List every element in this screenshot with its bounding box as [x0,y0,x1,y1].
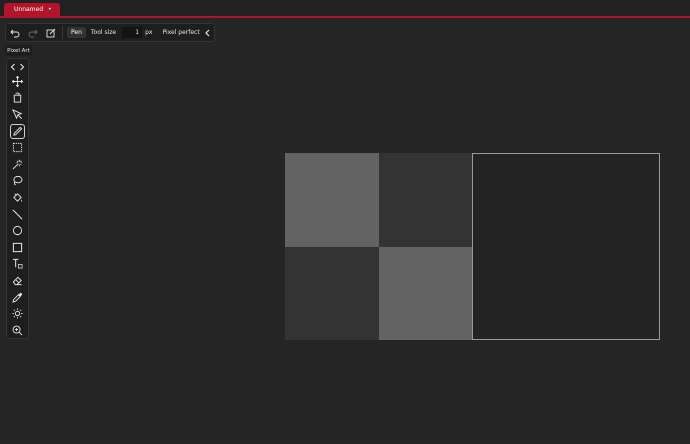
transparency-checker-tile [379,153,472,247]
tool-text[interactable] [7,256,28,273]
tool-rect-select[interactable] [7,139,28,156]
paint-bucket-icon [13,193,23,202]
move-icon [12,75,23,87]
pen-icon [10,123,25,139]
tool-rectangle[interactable] [7,239,28,256]
tool-pen[interactable] [7,123,28,140]
tab-bar: Unnamed • [0,0,690,18]
undo-icon [10,29,20,37]
eyedropper-icon [12,292,23,303]
pointer-select-icon [12,108,23,120]
tool-brightness[interactable] [7,305,28,322]
tool-magic-wand[interactable] [7,156,28,173]
line-icon [12,209,23,219]
tool-zoom[interactable] [7,322,28,339]
collapse-toolbar-button[interactable] [202,25,212,40]
marquee-select-icon [12,143,23,153]
tool-options-bar: Pen Tool size 1 px Pixel perfect [5,23,215,42]
tool-set-nav [7,59,28,73]
chevron-left-icon [204,29,209,36]
transparency-checker-tile [285,247,379,340]
text-icon [12,259,23,269]
tool-set-label: Pixel Art [5,45,32,56]
pixel-perfect-toggle[interactable]: Pixel perfect [160,27,201,38]
tool-crop-rotate[interactable] [7,90,28,107]
tool-size-unit: px [145,29,153,36]
toolbar-divider [62,26,63,39]
magic-wand-icon [12,159,23,170]
edit-icon [46,28,56,37]
tool-eyedropper[interactable] [7,289,28,306]
edit-button[interactable] [42,24,60,41]
chevron-left-icon[interactable] [9,63,17,71]
rectangle-icon [12,242,23,252]
tool-lasso[interactable] [7,173,28,190]
ellipse-icon [12,226,23,236]
tool-move[interactable] [7,73,28,90]
canvas-document-frame[interactable] [472,153,660,340]
tools-panel [6,58,29,339]
lasso-icon [13,176,23,186]
active-tool-chip[interactable]: Pen [67,27,86,38]
eraser-icon [12,276,22,286]
tab-unnamed[interactable]: Unnamed • [4,3,60,16]
undo-button[interactable] [6,24,24,41]
tool-eraser[interactable] [7,272,28,289]
tool-ellipse[interactable] [7,222,28,239]
unsaved-indicator: • [48,6,52,13]
tool-select-pointer[interactable] [7,106,28,123]
tool-line[interactable] [7,206,28,223]
tool-size-input[interactable]: 1 [122,27,143,38]
tool-size-label: Tool size [90,29,117,36]
zoom-icon [12,325,23,336]
tab-label: Unnamed [14,6,44,13]
transparency-checker-tile [379,247,472,340]
tool-fill[interactable] [7,189,28,206]
redo-icon [28,29,38,37]
redo-button[interactable] [24,24,42,41]
brightness-icon [12,308,23,319]
chevron-right-icon[interactable] [18,63,26,71]
transparency-checker-tile [285,153,379,247]
crop-rotate-icon [13,93,22,103]
